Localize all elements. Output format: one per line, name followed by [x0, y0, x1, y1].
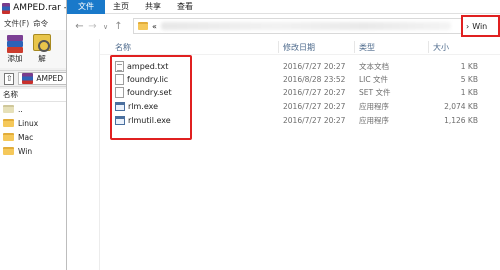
winrar-menubar: 文件(F) 命令 — [0, 16, 66, 30]
file-type: 应用程序 — [359, 116, 389, 125]
winrar-list-item[interactable]: Linux — [0, 116, 66, 130]
menu-commands[interactable]: 命令 — [33, 18, 48, 29]
ribbon-tabs: 文件 主页 共享 查看 — [67, 0, 500, 14]
column-type[interactable]: 类型 — [359, 42, 375, 53]
navigation-pane[interactable] — [67, 39, 100, 270]
file-size: 5 KB — [460, 75, 478, 84]
folder-icon — [3, 119, 14, 127]
file-names-highlight — [110, 55, 192, 140]
column-headers: 名称 修改日期 类型 大小 — [100, 39, 500, 55]
folder-icon — [3, 147, 14, 155]
up-arrow-icon[interactable]: ↑ — [112, 21, 125, 32]
winrar-path-text: AMPED — [36, 74, 63, 83]
back-arrow-icon[interactable]: ← — [73, 21, 86, 32]
winrar-item-name: Linux — [18, 118, 39, 128]
file-type: SET 文件 — [359, 88, 391, 97]
column-divider[interactable] — [278, 41, 279, 53]
extract-button[interactable]: 解 — [33, 34, 51, 64]
winrar-item-name: .. — [18, 104, 23, 114]
winrar-toolbar: 添加 解 — [0, 30, 66, 68]
file-type: LIC 文件 — [359, 75, 389, 84]
file-modified: 2016/7/27 20:27 — [283, 102, 346, 111]
blurred-path — [160, 22, 451, 30]
column-name[interactable]: 名称 — [115, 42, 131, 53]
file-modified: 2016/8/28 23:52 — [283, 75, 346, 84]
file-modified: 2016/7/27 20:27 — [283, 62, 346, 71]
file-size: 1 KB — [460, 62, 478, 71]
winrar-app-icon — [2, 2, 11, 14]
file-list: 名称 修改日期 类型 大小 amped.txt 2016/7/27 20:27 … — [100, 39, 500, 270]
winrar-window: AMPED.rar - 文件(F) 命令 添加 解 ⇧ AMPED 名称 .. … — [0, 0, 67, 270]
winrar-item-name: Mac — [18, 132, 34, 142]
forward-arrow-icon[interactable]: → — [86, 21, 99, 32]
column-divider[interactable] — [428, 41, 429, 53]
recent-locations-icon[interactable]: ∨ — [99, 23, 112, 31]
breadcrumb-overflow[interactable]: « — [152, 22, 157, 31]
file-size: 1,126 KB — [444, 116, 478, 125]
folder-icon — [138, 22, 148, 30]
folder-up-icon — [3, 105, 14, 113]
breadcrumb-current[interactable]: Win — [472, 22, 487, 31]
add-button[interactable]: 添加 — [5, 34, 25, 64]
breadcrumb-current-highlight: › Win — [461, 15, 500, 37]
add-button-label: 添加 — [7, 54, 23, 63]
winrar-file-list: 名称 .. Linux Mac Win — [0, 89, 66, 270]
file-type: 文本文档 — [359, 62, 389, 71]
tab-share[interactable]: 共享 — [137, 0, 169, 14]
winrar-list-item[interactable]: Mac — [0, 130, 66, 144]
winrar-list-item[interactable]: Win — [0, 144, 66, 158]
winrar-pathbar: ⇧ AMPED — [0, 70, 66, 87]
winrar-column-name[interactable]: 名称 — [0, 89, 66, 102]
winrar-list-item[interactable]: .. — [0, 102, 66, 116]
up-folder-icon[interactable]: ⇧ — [4, 72, 15, 85]
winrar-title: AMPED.rar - — [13, 3, 67, 13]
file-size: 2,074 KB — [444, 102, 478, 111]
file-modified: 2016/7/27 20:27 — [283, 88, 346, 97]
file-modified: 2016/7/27 20:27 — [283, 116, 346, 125]
extract-button-label: 解 — [38, 54, 46, 63]
winrar-item-name: Win — [18, 146, 33, 156]
winrar-titlebar: AMPED.rar - — [0, 0, 67, 16]
menu-file[interactable]: 文件(F) — [4, 18, 29, 29]
column-divider[interactable] — [354, 41, 355, 53]
folder-icon — [3, 133, 14, 141]
chevron-right-icon: › — [466, 21, 470, 31]
winrar-books-icon — [5, 34, 25, 53]
address-row: ← → ∨ ↑ « › Win — [67, 14, 500, 39]
file-type: 应用程序 — [359, 102, 389, 111]
extract-icon — [33, 34, 51, 52]
column-size[interactable]: 大小 — [433, 42, 449, 53]
file-size: 1 KB — [460, 88, 478, 97]
winrar-path-field[interactable]: AMPED — [18, 72, 66, 85]
tab-home[interactable]: 主页 — [105, 0, 137, 14]
archive-icon — [22, 73, 34, 84]
column-modified[interactable]: 修改日期 — [283, 42, 315, 53]
address-bar[interactable]: « — [133, 18, 463, 34]
tab-view[interactable]: 查看 — [169, 0, 201, 14]
tab-file[interactable]: 文件 — [67, 0, 105, 14]
